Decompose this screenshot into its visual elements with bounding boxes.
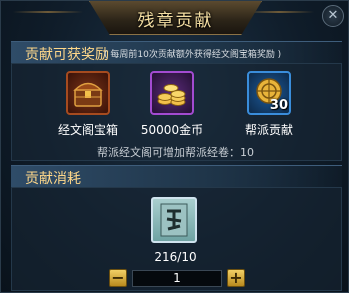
reward-label: 帮派贡献: [244, 123, 293, 137]
scripture-fragment-icon[interactable]: [151, 197, 197, 243]
treasure-chest-icon: [66, 71, 110, 115]
rewards-section-title: 贡献可获奖励: [25, 47, 109, 63]
decrease-quantity-button[interactable]: −: [109, 269, 127, 287]
reward-label: 50000金币: [140, 123, 204, 137]
quantity-input[interactable]: 1: [132, 270, 222, 287]
increase-quantity-button[interactable]: +: [227, 269, 245, 287]
guild-scripture-hint: 帮派经文阁可增加帮派经卷：10: [97, 146, 254, 159]
reward-item-chest[interactable]: 经文阁宝箱: [48, 71, 128, 138]
rewards-section-header: 贡献可获奖励 ( 每周前10次贡献额外获得经文阁宝箱奖励 ): [11, 41, 342, 63]
reward-item-coins[interactable]: 50000金币: [132, 71, 212, 138]
rewards-section-note: ( 每周前10次贡献额外获得经文阁宝箱奖励 ): [104, 50, 282, 60]
close-button[interactable]: ✕: [322, 5, 344, 27]
fragment-count: 216/10: [154, 250, 197, 264]
window-title: 残章贡献: [137, 11, 214, 31]
reward-item-guild-contribution[interactable]: 30 帮派贡献: [229, 71, 309, 138]
reward-label: 经文阁宝箱: [57, 123, 118, 137]
reward-quantity-badge: 30: [269, 98, 288, 113]
gold-coins-icon: [150, 71, 194, 115]
guild-contribution-icon: 30: [247, 71, 291, 115]
cost-section-title: 贡献消耗: [25, 171, 81, 187]
cost-section-header: 贡献消耗: [11, 165, 342, 187]
contribution-window: 残章贡献 ✕ 贡献可获奖励 ( 每周前10次贡献额外获得经文阁宝箱奖励 ) 经文…: [0, 0, 349, 293]
